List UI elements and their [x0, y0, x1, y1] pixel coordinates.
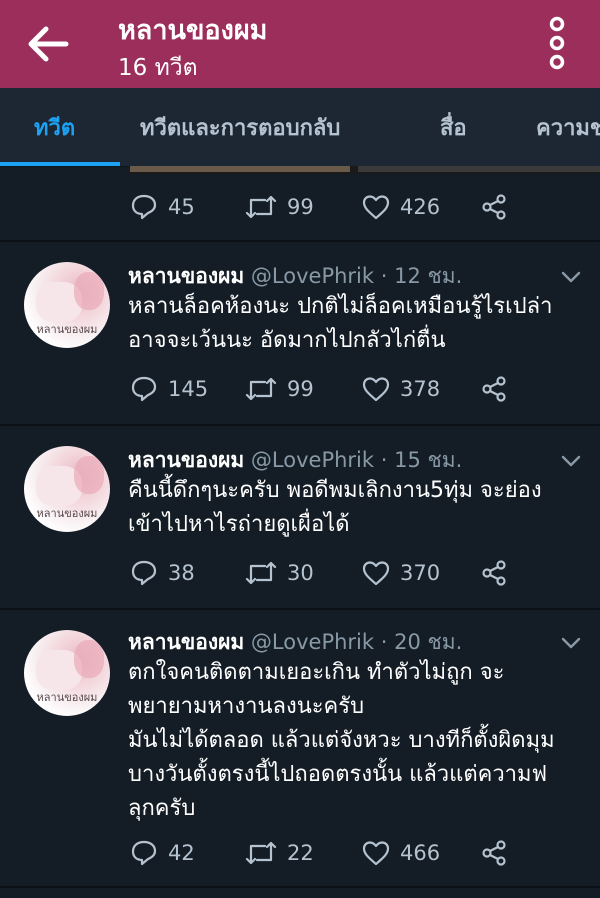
tweet-actions: 145 99 378 — [130, 369, 530, 409]
author-name[interactable]: หลานของผม — [128, 630, 244, 654]
author-handle[interactable]: @LovePhrik — [251, 448, 374, 472]
tweet-text-line: อาจจะเว้นนะ อัดมากไปกลัวไก่ตื่น — [128, 328, 446, 353]
retweet-icon — [245, 195, 277, 219]
tweet-time: · 20 ชม. — [380, 630, 463, 654]
share-button[interactable] — [480, 833, 508, 873]
heart-icon — [362, 377, 390, 402]
author-name[interactable]: หลานของผม — [128, 264, 244, 288]
active-tab-indicator — [0, 162, 120, 166]
share-button[interactable] — [480, 187, 508, 227]
tweet-actions: 38 30 370 — [130, 553, 530, 593]
tab-likes[interactable]: ความช — [536, 88, 600, 166]
reply-button[interactable]: 45 — [130, 187, 195, 227]
retweet-button[interactable]: 99 — [245, 187, 314, 227]
tweet-text-line: คืนนี้ดึกๆนะครับ พอดีพมเลิกงาน5ทุ่ม จะย่… — [128, 478, 542, 503]
avatar[interactable]: หลานของผม — [24, 262, 110, 348]
retweet-button[interactable]: 30 — [245, 553, 314, 593]
back-arrow-icon[interactable] — [26, 24, 70, 64]
author-name[interactable]: หลานของผม — [128, 448, 244, 472]
tweet-header: หลานของผม @LovePhrik · 15 ชม. — [128, 444, 462, 477]
share-button[interactable] — [480, 553, 508, 593]
reply-count: 42 — [168, 841, 195, 865]
tweet-text: ตกใจคนติดตามเยอะเกิน ทำตัวไม่ถูก จะ พยาย… — [128, 656, 588, 826]
reply-count: 145 — [168, 377, 209, 401]
like-count: 378 — [400, 377, 441, 401]
tweet-text: หลานล็อคห้องนะ ปกติไม่ล็อคเหมือนรู้ไรเปล… — [128, 290, 588, 358]
chevron-down-icon[interactable] — [560, 454, 582, 468]
tweet-text-line: เข้าไปหาไรถ่ายดูเผื่อได้ — [128, 512, 350, 537]
avatar-watermark: หลานของผม — [36, 323, 98, 336]
tweet[interactable]: หลานของผม หลานของผม @LovePhrik · 15 ชม. … — [0, 426, 600, 608]
avatar-watermark: หลานของผม — [36, 507, 98, 520]
tweet[interactable]: หลานของผม หลานของผม @LovePhrik · 20 ชม. … — [0, 610, 600, 886]
share-icon — [482, 194, 506, 220]
share-icon — [482, 840, 506, 866]
reply-count: 45 — [168, 195, 195, 219]
tweet-time: · 15 ชม. — [380, 448, 463, 472]
tweet-media-preview[interactable] — [130, 166, 600, 174]
retweet-count: 99 — [287, 377, 314, 401]
tweet-text-line: มันไม่ได้ตลอด แล้วแต่จังหวะ บางทีก็ตั้งผ… — [128, 728, 555, 753]
retweet-button[interactable]: 99 — [245, 369, 314, 409]
tweet-text-line: ตกใจคนติดตามเยอะเกิน ทำตัวไม่ถูก จะ — [128, 660, 505, 685]
tweet-text: คืนนี้ดึกๆนะครับ พอดีพมเลิกงาน5ทุ่ม จะย่… — [128, 474, 588, 542]
more-options-icon[interactable] — [546, 16, 568, 70]
tweet-text-line: ลุกครับ — [128, 796, 196, 821]
profile-title: หลานของผม — [118, 15, 268, 46]
tweet-header: หลานของผม @LovePhrik · 20 ชม. — [128, 626, 462, 659]
author-handle[interactable]: @LovePhrik — [251, 630, 374, 654]
share-button[interactable] — [480, 369, 508, 409]
like-button[interactable]: 426 — [362, 187, 440, 227]
tweet-time: · 12 ชม. — [380, 264, 463, 288]
author-handle[interactable]: @LovePhrik — [251, 264, 374, 288]
reply-icon — [131, 376, 157, 402]
reply-button[interactable]: 42 — [130, 833, 195, 873]
tab-media[interactable]: สื่อ — [440, 88, 467, 166]
reply-button[interactable]: 38 — [130, 553, 195, 593]
retweet-icon — [245, 561, 277, 585]
tab-tweets[interactable]: ทวีต — [34, 88, 75, 166]
heart-icon — [362, 195, 390, 220]
chevron-down-icon[interactable] — [560, 270, 582, 284]
heart-icon — [362, 841, 390, 866]
tweet-text-line: บางวันตั้งตรงนี้ไปถอดตรงนั้น แล้วแต่ความ… — [128, 762, 548, 787]
like-button[interactable]: 370 — [362, 553, 440, 593]
tweet-text-line: หลานล็อคห้องนะ ปกติไม่ล็อคเหมือนรู้ไรเปล… — [128, 294, 553, 319]
retweet-count: 22 — [287, 841, 314, 865]
like-button[interactable]: 466 — [362, 833, 440, 873]
divider — [0, 886, 600, 888]
app-bar: หลานของผม 16 ทวีต — [0, 0, 600, 88]
tweet-count: 16 ทวีต — [118, 55, 198, 81]
tweet-text-line: พยายามหางานลงนะครับ — [128, 694, 365, 719]
avatar-watermark: หลานของผม — [36, 691, 98, 704]
tweet-actions: 42 22 466 — [130, 833, 530, 873]
retweet-icon — [245, 377, 277, 401]
like-button[interactable]: 378 — [362, 369, 440, 409]
tweet-actions: 45 99 426 — [130, 187, 530, 227]
like-count: 466 — [400, 841, 441, 865]
reply-icon — [131, 840, 157, 866]
like-count: 426 — [400, 195, 441, 219]
reply-count: 38 — [168, 561, 195, 585]
retweet-count: 30 — [287, 561, 314, 585]
reply-button[interactable]: 145 — [130, 369, 208, 409]
avatar[interactable]: หลานของผม — [24, 446, 110, 532]
reply-icon — [131, 194, 157, 220]
tab-tweets-and-replies[interactable]: ทวีตและการตอบกลับ — [140, 88, 340, 166]
tweet-header: หลานของผม @LovePhrik · 12 ชม. — [128, 260, 462, 293]
profile-tabs: ทวีต ทวีตและการตอบกลับ สื่อ ความช — [0, 88, 600, 167]
reply-icon — [131, 560, 157, 586]
heart-icon — [362, 561, 390, 586]
avatar[interactable]: หลานของผม — [24, 630, 110, 716]
retweet-button[interactable]: 22 — [245, 833, 314, 873]
like-count: 370 — [400, 561, 441, 585]
chevron-down-icon[interactable] — [560, 636, 582, 650]
share-icon — [482, 376, 506, 402]
share-icon — [482, 560, 506, 586]
retweet-icon — [245, 841, 277, 865]
tweet[interactable]: หลานของผม หลานของผม @LovePhrik · 12 ชม. … — [0, 242, 600, 424]
retweet-count: 99 — [287, 195, 314, 219]
